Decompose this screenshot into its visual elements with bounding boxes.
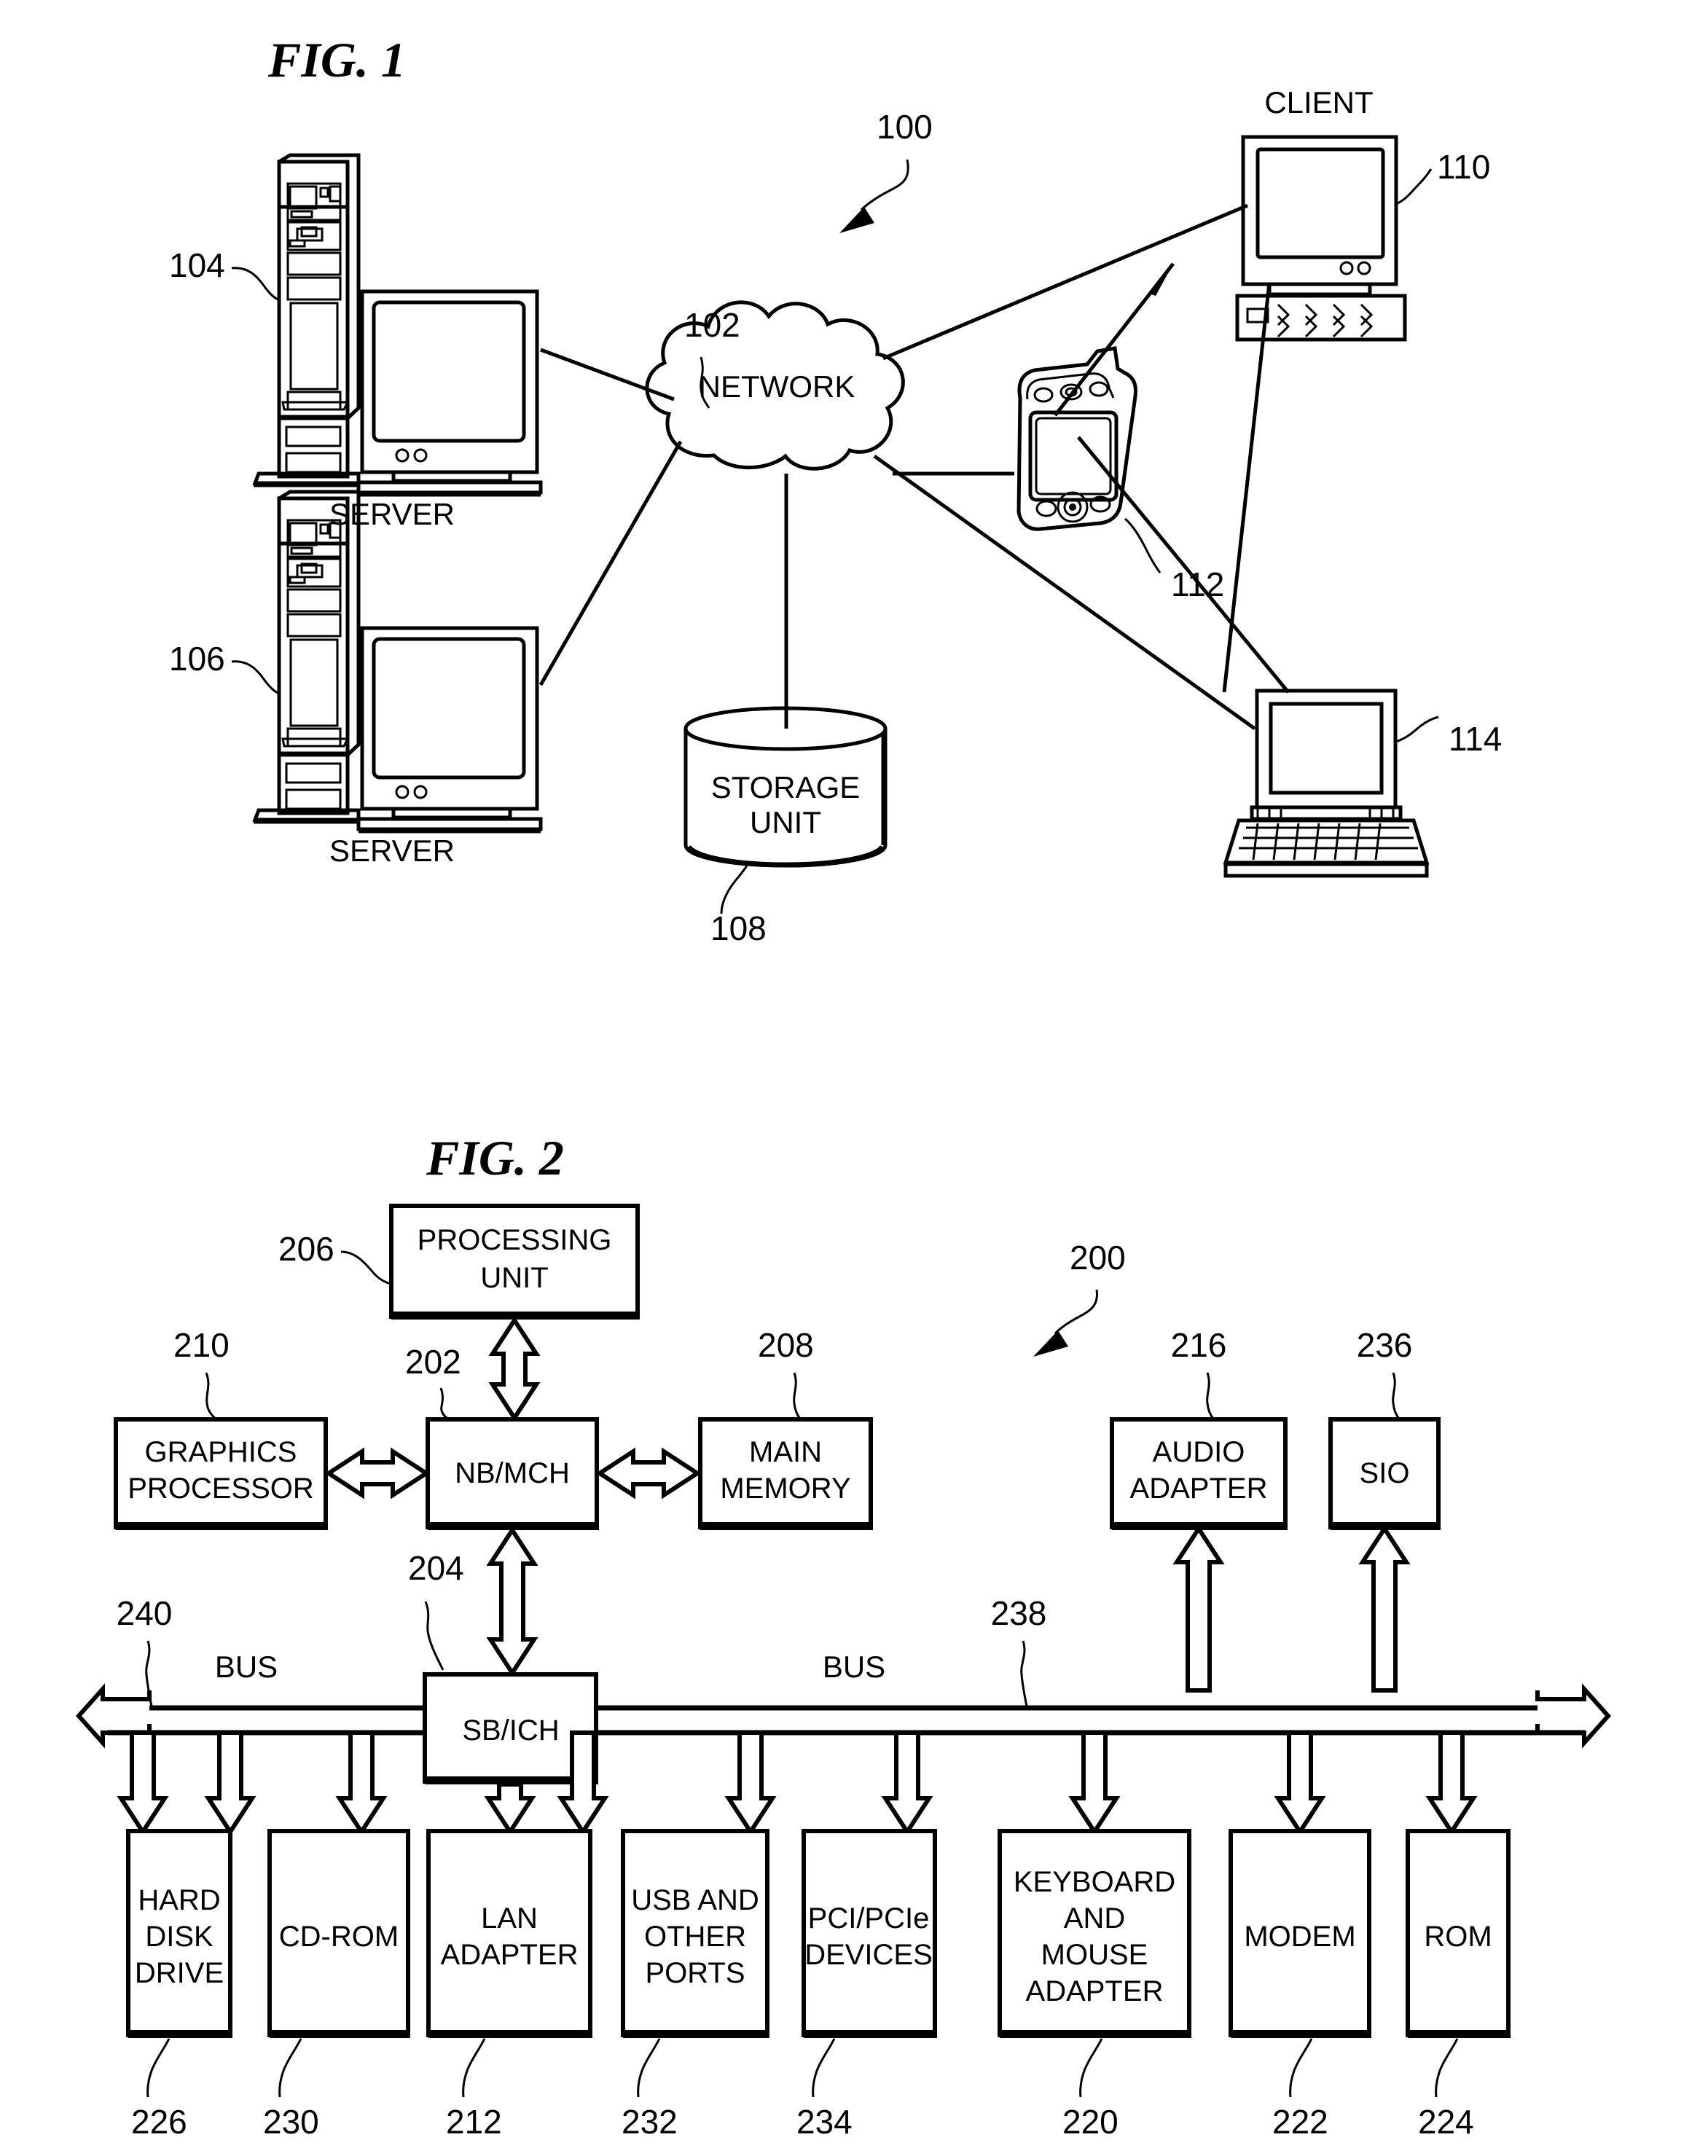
cdrom-line1: CD-ROM bbox=[279, 1921, 399, 1953]
processing-unit-line2: UNIT bbox=[480, 1262, 548, 1294]
main-memory-box: MAIN MEMORY 208 bbox=[698, 1326, 873, 1530]
arrow-gp-to-nbmch bbox=[324, 1447, 431, 1500]
ref-208-label: 208 bbox=[758, 1326, 814, 1364]
ref-232-label: 232 bbox=[622, 2103, 678, 2141]
ref-238-label: 238 bbox=[991, 1594, 1047, 1632]
ref-226-label: 226 bbox=[131, 2103, 187, 2141]
bus-drop-arrows bbox=[117, 1730, 1478, 1836]
modem-line1: MODEM bbox=[1244, 1921, 1355, 1953]
processing-unit-line1: PROCESSING bbox=[418, 1224, 612, 1256]
ref-210-label: 210 bbox=[173, 1326, 230, 1364]
graphics-processor-line2: PROCESSOR bbox=[128, 1473, 314, 1505]
ref-230-label: 230 bbox=[263, 2103, 319, 2141]
hdd-line2: DISK bbox=[145, 1921, 214, 1953]
peripheral-hard-disk-drive: HARD DISK DRIVE 226 bbox=[126, 1829, 232, 2141]
kbmouse-line1: KEYBOARD bbox=[1014, 1866, 1175, 1898]
arrow-nbmch-to-sbich: 204 bbox=[408, 1526, 538, 1677]
kbmouse-line2: AND bbox=[1064, 1902, 1125, 1934]
ref-240-label: 240 bbox=[117, 1594, 173, 1632]
ref-236-label: 236 bbox=[1357, 1326, 1413, 1364]
ref-204-label: 204 bbox=[408, 1549, 464, 1587]
peripheral-modem: MODEM 222 bbox=[1229, 1829, 1371, 2141]
peripheral-cd-rom: CD-ROM 230 bbox=[263, 1829, 410, 2141]
audio-adapter-box: AUDIO ADAPTER 216 bbox=[1110, 1326, 1288, 1530]
pci-line1: PCI/PCIe bbox=[808, 1902, 930, 1934]
main-memory-line1: MAIN bbox=[749, 1436, 822, 1468]
audio-adapter-line1: AUDIO bbox=[1153, 1436, 1245, 1468]
ref-202-label: 202 bbox=[405, 1343, 461, 1381]
sb-ich-label: SB/ICH bbox=[462, 1714, 559, 1747]
sio-label: SIO bbox=[1360, 1457, 1410, 1489]
processing-unit-box: PROCESSING UNIT 206 bbox=[278, 1204, 640, 1320]
hdd-line3: DRIVE bbox=[135, 1957, 224, 1989]
peripheral-pci-devices: PCI/PCIe DEVICES 234 bbox=[796, 1829, 937, 2141]
ref-206-label: 206 bbox=[278, 1230, 334, 1268]
ref-200-label: 200 bbox=[1070, 1239, 1126, 1277]
figure-2-title: FIG. 2 bbox=[426, 1130, 564, 1185]
ref-224-label: 224 bbox=[1418, 2103, 1474, 2141]
pci-line2: DEVICES bbox=[804, 1939, 933, 1971]
usb-line3: PORTS bbox=[645, 1957, 745, 1989]
peripheral-rom: ROM 224 bbox=[1406, 1829, 1511, 2141]
peripheral-keyboard-mouse-adapter: KEYBOARD AND MOUSE ADAPTER 220 bbox=[998, 1829, 1191, 2141]
ref-216-label: 216 bbox=[1171, 1326, 1227, 1364]
main-memory-line2: MEMORY bbox=[720, 1473, 850, 1505]
usb-line1: USB AND bbox=[631, 1884, 759, 1916]
patent-drawing-sheet: FIG. 1 100 SERVER 104 SERVER 106 NETWORK… bbox=[0, 0, 1708, 2156]
bus-label-left: BUS bbox=[215, 1650, 278, 1684]
kbmouse-line4: ADAPTER bbox=[1026, 1975, 1164, 2007]
sio-box: SIO 236 bbox=[1328, 1326, 1441, 1530]
figure-2-data-processing-system: FIG. 2 200 PROCESSING UNIT 206 GRAPHICS … bbox=[75, 1130, 1612, 2141]
ref-220-label: 220 bbox=[1062, 2103, 1119, 2141]
graphics-processor-line1: GRAPHICS bbox=[145, 1436, 297, 1468]
hdd-line1: HARD bbox=[138, 1884, 220, 1916]
usb-line2: OTHER bbox=[644, 1921, 746, 1953]
rom-line1: ROM bbox=[1424, 1921, 1492, 1953]
arrow-bus-to-audio-adapter bbox=[1172, 1524, 1225, 1693]
lan-line1: LAN bbox=[481, 1902, 538, 1934]
system-200-callout: 200 bbox=[1033, 1239, 1126, 1357]
graphics-processor-box: GRAPHICS PROCESSOR 210 bbox=[114, 1326, 328, 1530]
bus-label-right: BUS bbox=[823, 1650, 885, 1684]
nb-mch-label: NB/MCH bbox=[455, 1457, 570, 1489]
audio-adapter-line2: ADAPTER bbox=[1130, 1473, 1268, 1505]
lan-line2: ADAPTER bbox=[441, 1939, 579, 1971]
kbmouse-line3: MOUSE bbox=[1041, 1939, 1148, 1971]
arrow-pu-to-nbmch bbox=[488, 1316, 541, 1422]
ref-212-label: 212 bbox=[446, 2103, 502, 2141]
ref-234-label: 234 bbox=[796, 2103, 853, 2141]
peripheral-lan-adapter: LAN ADAPTER 212 bbox=[426, 1829, 592, 2141]
peripheral-usb-ports: USB AND OTHER PORTS 232 bbox=[621, 1829, 769, 2141]
arrow-bus-to-sio bbox=[1358, 1524, 1411, 1693]
ref-222-label: 222 bbox=[1272, 2103, 1328, 2141]
arrow-nbmch-to-memory bbox=[595, 1447, 702, 1500]
